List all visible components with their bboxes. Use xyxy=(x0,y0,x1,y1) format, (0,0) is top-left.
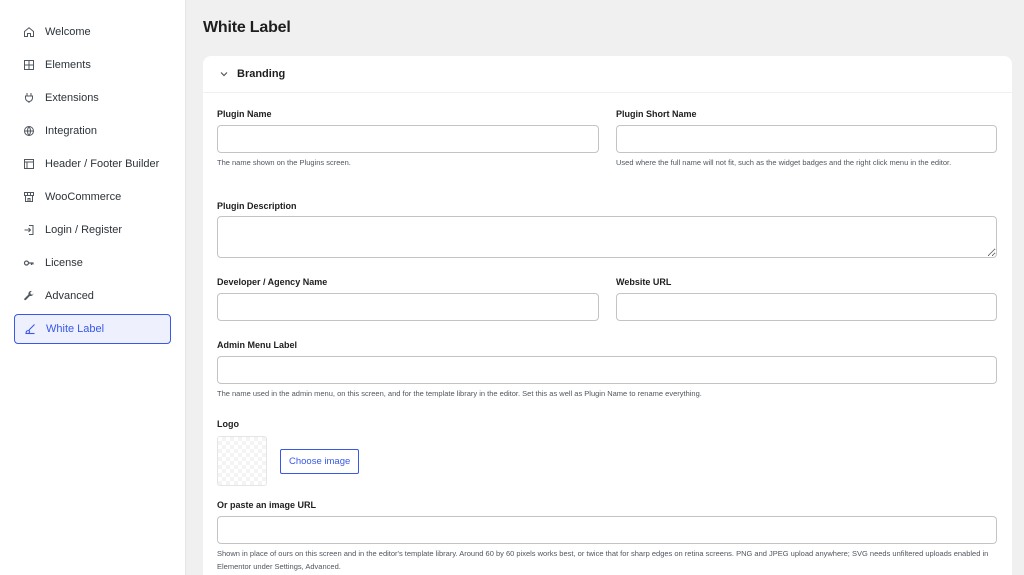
grid-icon xyxy=(22,58,36,72)
image-url-input[interactable] xyxy=(217,516,997,544)
section-title: Branding xyxy=(237,68,286,80)
plugin-name-input[interactable] xyxy=(217,125,599,153)
key-icon xyxy=(22,256,36,270)
wrench-icon xyxy=(22,289,36,303)
sidebar: Welcome Elements Extensions Integration … xyxy=(0,0,186,575)
website-url-input[interactable] xyxy=(616,293,997,321)
branding-section-header[interactable]: Branding xyxy=(203,56,1012,93)
sidebar-item-label: Login / Register xyxy=(45,224,123,236)
home-icon xyxy=(22,25,36,39)
store-icon xyxy=(22,190,36,204)
plugin-description-textarea[interactable] xyxy=(217,216,997,258)
page-title: White Label xyxy=(203,19,291,36)
sidebar-item-label: White Label xyxy=(46,323,105,335)
sidebar-item-white-label[interactable]: White Label xyxy=(14,314,171,344)
admin-menu-label-input[interactable] xyxy=(217,356,997,384)
website-url-label: Website URL xyxy=(616,277,672,287)
branding-panel: Branding Plugin Name The name shown on t… xyxy=(203,56,1012,575)
admin-menu-label-help: The name used in the admin menu, on this… xyxy=(217,389,702,398)
developer-name-input[interactable] xyxy=(217,293,599,321)
logo-preview xyxy=(217,436,267,486)
plugin-short-name-input[interactable] xyxy=(616,125,997,153)
sidebar-item-elements[interactable]: Elements xyxy=(14,50,171,80)
sidebar-item-license[interactable]: License xyxy=(14,248,171,278)
choose-image-button[interactable]: Choose image xyxy=(280,449,360,474)
brush-icon xyxy=(23,322,37,336)
login-icon xyxy=(22,223,36,237)
globe-icon xyxy=(22,124,36,138)
sidebar-item-header-footer-builder[interactable]: Header / Footer Builder xyxy=(14,149,171,179)
image-url-label: Or paste an image URL xyxy=(217,500,317,510)
sidebar-item-extensions[interactable]: Extensions xyxy=(14,83,171,113)
admin-menu-label-label: Admin Menu Label xyxy=(217,340,298,350)
sidebar-item-label: Header / Footer Builder xyxy=(45,158,160,170)
sidebar-item-label: Welcome xyxy=(45,26,91,38)
sidebar-item-label: Elements xyxy=(45,59,91,71)
logo-label: Logo xyxy=(217,419,239,429)
sidebar-item-label: WooCommerce xyxy=(45,191,122,203)
sidebar-item-label: License xyxy=(45,257,83,269)
plugin-short-name-label: Plugin Short Name xyxy=(616,109,697,119)
layout-icon xyxy=(22,157,36,171)
sidebar-item-label: Advanced xyxy=(45,290,94,302)
sidebar-item-label: Integration xyxy=(45,125,97,137)
sidebar-item-label: Extensions xyxy=(45,92,99,104)
main-content: White Label Branding Plugin Name The nam… xyxy=(186,0,1024,575)
developer-name-label: Developer / Agency Name xyxy=(217,277,328,287)
sidebar-item-woocommerce[interactable]: WooCommerce xyxy=(14,182,171,212)
plugin-short-name-help: Used where the full name will not fit, s… xyxy=(616,158,952,167)
sidebar-item-welcome[interactable]: Welcome xyxy=(14,17,171,47)
plugin-name-label: Plugin Name xyxy=(217,109,272,119)
plugin-name-help: The name shown on the Plugins screen. xyxy=(217,158,351,167)
sidebar-item-integration[interactable]: Integration xyxy=(14,116,171,146)
image-url-help: Shown in place of ours on this screen an… xyxy=(217,549,989,571)
plugin-description-label: Plugin Description xyxy=(217,201,297,211)
sidebar-item-login-register[interactable]: Login / Register xyxy=(14,215,171,245)
sidebar-item-advanced[interactable]: Advanced xyxy=(14,281,171,311)
chevron-down-icon xyxy=(219,69,229,79)
plug-icon xyxy=(22,91,36,105)
